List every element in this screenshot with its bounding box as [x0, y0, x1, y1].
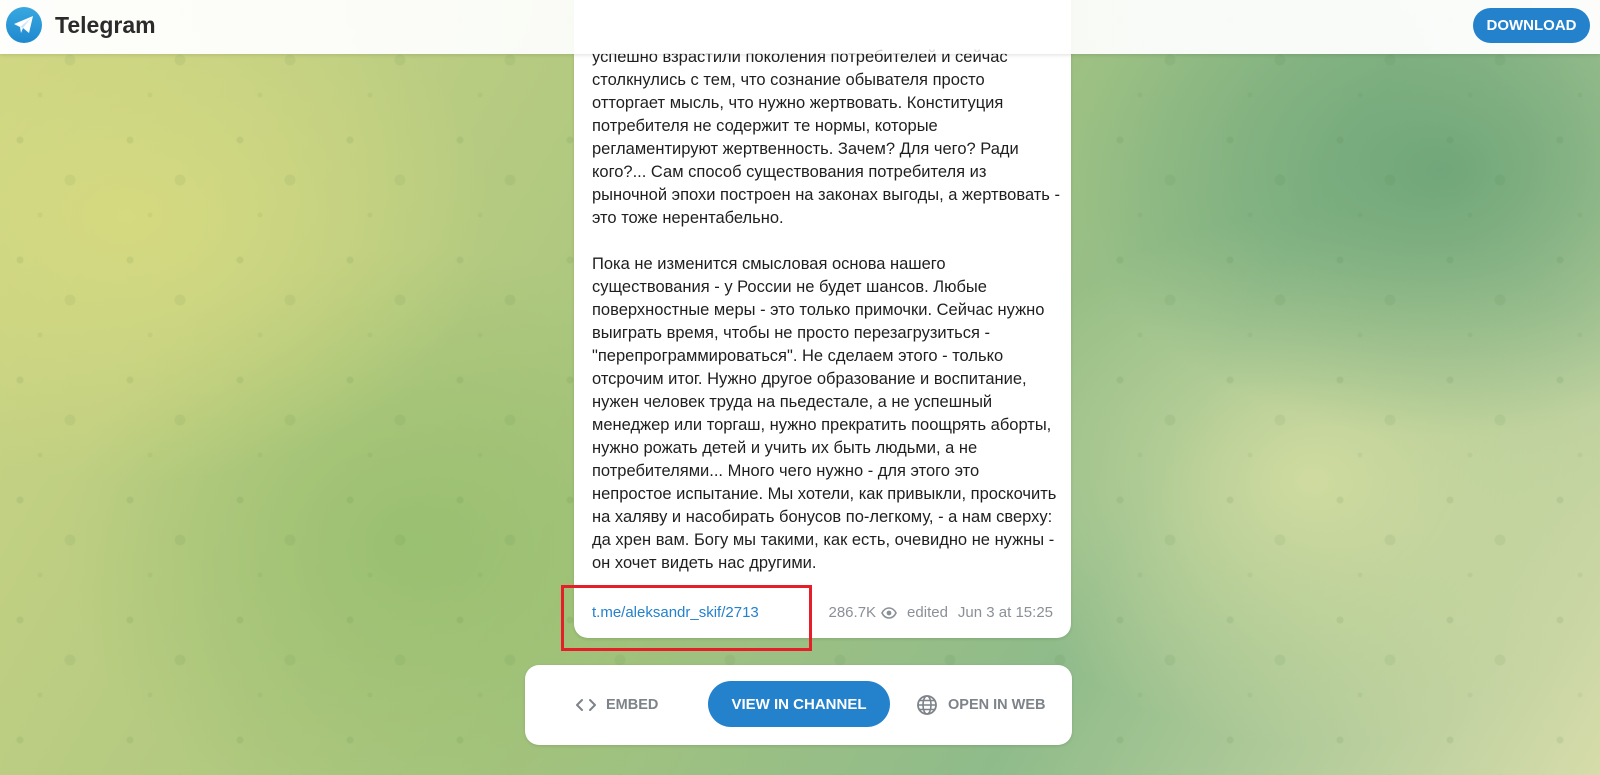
message-card: успешно взрастили поколения потребителей… — [574, 0, 1071, 638]
app-name: Telegram — [55, 11, 156, 38]
download-button[interactable]: DOWNLOAD — [1473, 8, 1590, 43]
action-bar: EMBED VIEW IN CHANNEL OPEN IN WEB — [525, 665, 1072, 745]
embed-button[interactable]: EMBED — [575, 665, 658, 745]
top-bar: Telegram DOWNLOAD — [0, 0, 1600, 54]
edited-label: edited — [907, 604, 948, 621]
code-icon — [575, 697, 597, 713]
view-count: 286.7K — [828, 604, 877, 621]
telegram-logo[interactable]: Telegram — [6, 7, 156, 43]
open-in-web-button[interactable]: OPEN IN WEB — [916, 665, 1045, 745]
view-in-channel-button[interactable]: VIEW IN CHANNEL — [708, 681, 890, 727]
message-text: успешно взрастили поколения потребителей… — [592, 48, 1060, 572]
paper-plane-icon — [6, 7, 42, 43]
post-date: Jun 3 at 15:25 — [957, 604, 1053, 621]
globe-icon — [916, 694, 938, 716]
red-highlight-box — [561, 585, 812, 651]
message-meta: 286.7K edited Jun 3 at 15:25 — [829, 604, 1054, 621]
open-in-web-label: OPEN IN WEB — [948, 697, 1046, 713]
eye-icon — [881, 606, 897, 619]
embed-label: EMBED — [606, 697, 659, 713]
